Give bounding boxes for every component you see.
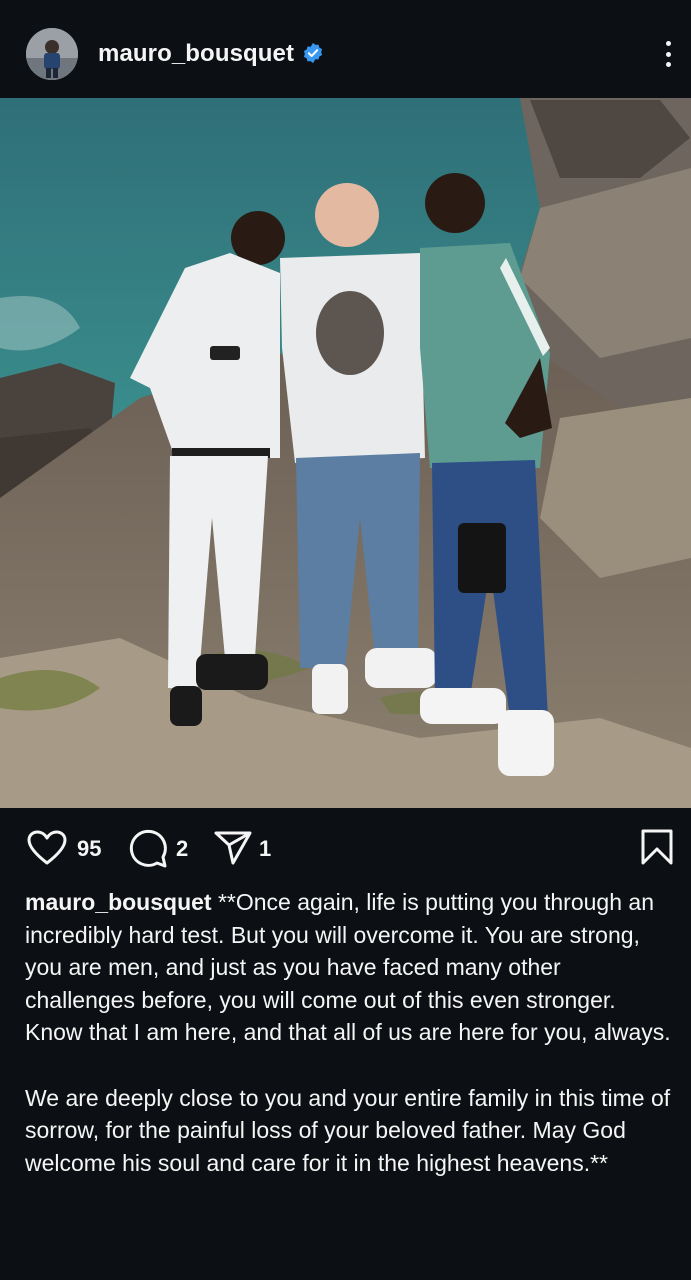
caption-text-4: We are deeply close to you and your enti… (25, 1084, 677, 1176)
post-header: mauro_bousquet (0, 0, 691, 98)
caption-username[interactable]: mauro_bousquet (25, 889, 212, 915)
avatar[interactable] (26, 28, 78, 80)
like-count[interactable]: 95 (77, 836, 101, 862)
caption-text-2: Know that I am here, and that all of us … (25, 1019, 671, 1046)
heart-icon[interactable] (27, 830, 67, 866)
share-count[interactable]: 1 (259, 836, 271, 862)
verified-badge-icon (303, 42, 323, 64)
comment-bubble-icon[interactable] (128, 829, 168, 869)
comment-count[interactable]: 2 (176, 836, 188, 862)
post-actions (0, 808, 691, 888)
post-username[interactable]: mauro_bousquet (98, 40, 294, 68)
caption-text-3 (25, 1049, 675, 1082)
paper-plane-icon[interactable] (213, 830, 253, 866)
post-caption: mauro_bousquet **Once again, life is put… (25, 886, 675, 1179)
caption-paragraph-1: mauro_bousquet **Once again, life is put… (25, 886, 675, 1016)
more-options-icon[interactable] (656, 38, 680, 70)
bookmark-icon[interactable] (640, 828, 674, 866)
post-photo[interactable] (0, 98, 691, 808)
